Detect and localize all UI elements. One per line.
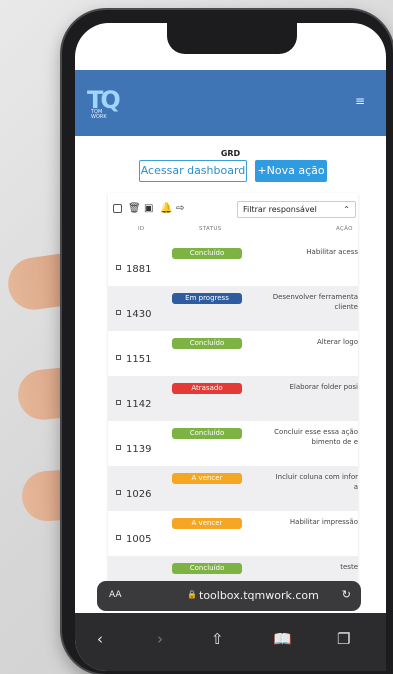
row-checkbox[interactable] — [116, 535, 121, 540]
action-text: Incluir coluna com infor a — [275, 473, 358, 491]
table-toolbar: 🗑 ▣ 🔔 ⇨ — [113, 201, 186, 215]
table-row[interactable]: 1142 Atrasado Elaborar folder posi — [108, 376, 358, 421]
status-badge: A vencer — [172, 473, 242, 484]
bookmarks-icon[interactable]: 📖 — [273, 630, 292, 648]
page-title: GRD — [220, 149, 241, 158]
share-icon[interactable]: ⇧ — [211, 630, 224, 648]
select-all-checkbox[interactable] — [113, 203, 122, 213]
row-checkbox[interactable] — [116, 400, 121, 405]
row-id: 1151 — [116, 354, 151, 365]
browser-bottom-toolbar: ‹ › ⇧ 📖 ❐ — [75, 613, 386, 671]
table-row[interactable]: 1005 A vencer Habilitar impressão — [108, 511, 358, 556]
table-row[interactable]: 1151 Concluído Alterar logo — [108, 331, 358, 376]
hamburger-icon[interactable]: ≡ — [355, 94, 365, 108]
bell-icon[interactable]: 🔔 — [160, 203, 172, 214]
reload-icon[interactable]: ↻ — [342, 588, 351, 601]
status-badge: Concluído — [172, 563, 242, 574]
logo-sub: TQM WORK — [91, 109, 107, 120]
back-icon[interactable]: ‹ — [97, 630, 103, 648]
row-id: 1026 — [116, 489, 151, 500]
responsible-filter-select[interactable]: Filtrar responsável ⌃ — [237, 201, 356, 218]
status-badge: Atrasado — [172, 383, 242, 394]
status-badge: Concluído — [172, 248, 242, 259]
lock-icon: 🔒 — [187, 590, 197, 599]
row-id: 1430 — [116, 309, 151, 320]
status-badge: Em progress — [172, 293, 242, 304]
status-badge: Concluído — [172, 338, 242, 349]
chevron-updown-icon: ⌃ — [343, 205, 350, 214]
url-text: toolbox.tqmwork.com — [199, 589, 319, 602]
action-text: Elaborar folder posi — [289, 383, 358, 391]
table-row[interactable]: 1881 Concluído Habilitar acess — [108, 241, 358, 286]
tabs-icon[interactable]: ❐ — [337, 630, 350, 648]
phone-frame: TQ TQM WORK ≡ GRD Acessar dashboard +Nov… — [62, 10, 393, 674]
row-checkbox[interactable] — [116, 310, 121, 315]
action-text: Habilitar acess — [306, 248, 358, 256]
action-text: Desenvolver ferramenta cliente — [272, 293, 358, 311]
new-action-button[interactable]: +Nova ação — [255, 160, 327, 182]
row-id: 1139 — [116, 444, 151, 455]
table-row[interactable]: 1430 Em progress Desenvolver ferramenta … — [108, 286, 358, 331]
col-header-id: ID — [138, 226, 145, 232]
row-checkbox[interactable] — [116, 445, 121, 450]
status-badge: Concluído — [172, 428, 242, 439]
actions-table-body: 1881 Concluído Habilitar acess 1430 Em p… — [108, 241, 358, 593]
app-header: TQ TQM WORK ≡ — [75, 70, 386, 136]
phone-notch — [167, 23, 297, 54]
browser-url-bar[interactable]: AA 🔒 toolbox.tqmwork.com ↻ — [97, 581, 361, 611]
action-text: Concluir esse essa ação bimento de e — [274, 428, 358, 446]
file-export-icon[interactable]: ⇨ — [176, 203, 186, 214]
tqm-logo[interactable]: TQ TQM WORK — [87, 86, 127, 122]
table-row[interactable]: 1026 A vencer Incluir coluna com infor a — [108, 466, 358, 511]
row-id: 1881 — [116, 264, 151, 275]
row-id: 1005 — [116, 534, 151, 545]
action-text: teste — [340, 563, 358, 571]
phone-screen: TQ TQM WORK ≡ GRD Acessar dashboard +Nov… — [75, 23, 386, 671]
status-badge: A vencer — [172, 518, 242, 529]
trash-icon[interactable]: 🗑 — [128, 203, 141, 214]
col-header-acao: AÇÃO — [336, 226, 353, 232]
row-checkbox[interactable] — [116, 490, 121, 495]
action-text: Habilitar impressão — [289, 518, 358, 526]
row-checkbox[interactable] — [116, 265, 121, 270]
text-size-button[interactable]: AA — [109, 590, 122, 600]
row-id: 1142 — [116, 399, 151, 410]
action-text: Alterar logo — [316, 338, 358, 346]
table-row[interactable]: 1139 Concluído Concluir esse essa ação b… — [108, 421, 358, 466]
forward-icon[interactable]: › — [157, 630, 163, 648]
row-checkbox[interactable] — [116, 355, 121, 360]
filter-placeholder: Filtrar responsável — [243, 205, 317, 214]
dashboard-button[interactable]: Acessar dashboard — [139, 160, 247, 182]
calendar-check-icon[interactable]: ▣ — [144, 203, 154, 214]
col-header-status: STATUS — [199, 226, 222, 232]
